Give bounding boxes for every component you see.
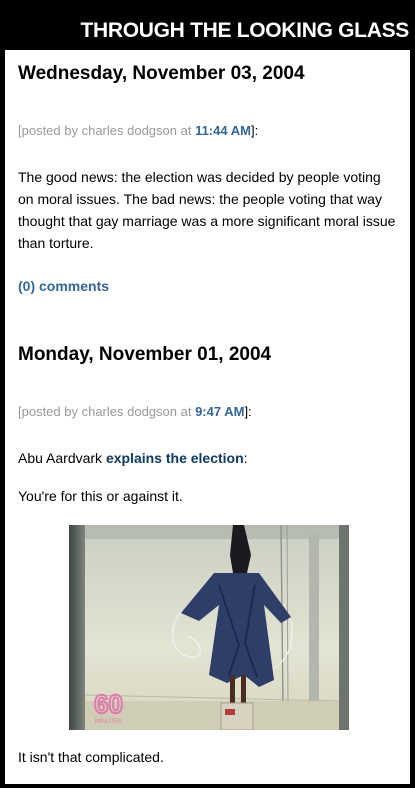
post-time-link[interactable]: 11:44 AM bbox=[195, 123, 251, 138]
photo-logo: 60 bbox=[94, 689, 123, 719]
post-line: You're for this or against it. bbox=[18, 485, 398, 507]
byline-text: [posted by charles dodgson at bbox=[18, 123, 196, 138]
date-header: Wednesday, November 03, 2004 bbox=[18, 63, 305, 84]
post-byline: [posted by charles dodgson at 9:47 AM]: bbox=[18, 404, 398, 419]
intro-text: Abu Aardvark bbox=[18, 450, 106, 466]
post-line: It isn't that complicated. bbox=[18, 746, 398, 768]
post-footer: (0) comments bbox=[18, 278, 398, 294]
comments-link[interactable]: (0) comments bbox=[18, 278, 398, 294]
photo-logo-sub: MINUTES bbox=[95, 719, 122, 725]
post: Wednesday, November 03, 2004 bbox=[18, 63, 398, 85]
date-header: Monday, November 01, 2004 bbox=[18, 344, 272, 365]
post-photo: 60 MINUTES bbox=[69, 525, 349, 730]
explains-election-link[interactable]: explains the election bbox=[106, 450, 244, 466]
post-intro: Abu Aardvark explains the election: bbox=[18, 447, 398, 469]
post-body-text: The good news: the election was decided … bbox=[18, 169, 396, 251]
post-body: The good news: the election was decided … bbox=[18, 166, 398, 254]
post: Monday, November 01, 2004 bbox=[18, 344, 398, 366]
post-line-text: It isn't that complicated. bbox=[18, 749, 164, 765]
post-byline: [posted by charles dodgson at 11:44 AM]: bbox=[18, 123, 398, 138]
byline-close: ]: bbox=[244, 404, 252, 419]
content-panel: Wednesday, November 03, 2004 [posted by … bbox=[5, 50, 410, 784]
intro-colon: : bbox=[243, 450, 248, 466]
photo-image: 60 MINUTES bbox=[69, 525, 349, 730]
byline-text: [posted by charles dodgson at bbox=[18, 404, 196, 419]
post-line-text: You're for this or against it. bbox=[18, 488, 183, 504]
site-title[interactable]: THROUGH THE LOOKING GLASS bbox=[80, 19, 409, 43]
post-time-link[interactable]: 9:47 AM bbox=[195, 404, 244, 419]
byline-close: ]: bbox=[250, 123, 259, 138]
